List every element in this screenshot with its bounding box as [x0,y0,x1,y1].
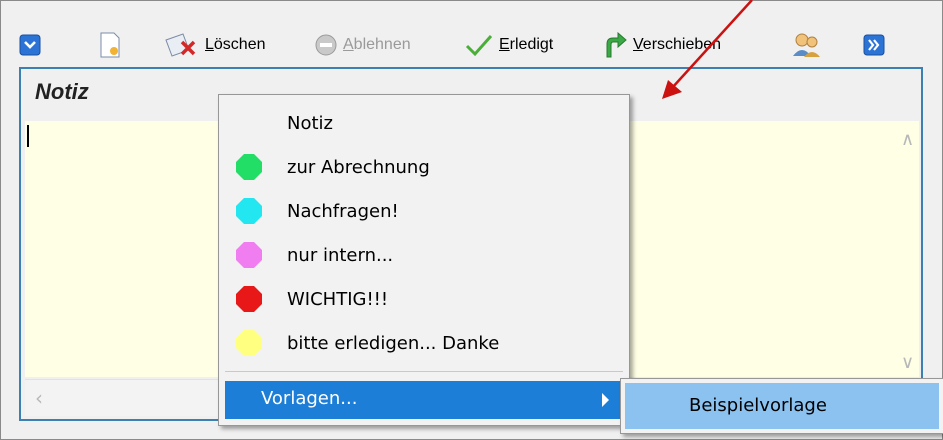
yellow-octagon-icon [236,330,262,356]
dot-shape [236,242,262,268]
menu-item-notiz[interactable]: Notiz [221,101,627,145]
decline-label-post: blehnen [353,36,411,53]
scroll-down-icon[interactable]: ∨ [901,352,914,373]
delete-icon [165,33,196,57]
dot-shape [236,330,262,356]
decline-label-mnemonic: A [343,36,354,53]
move-label-mnemonic: V [633,36,643,53]
new-note-button[interactable] [99,23,121,67]
vertical-scrollbar[interactable]: ∧ ∨ [895,121,919,377]
more-options-button[interactable] [863,23,885,67]
dot-shape [236,286,262,312]
scroll-up-icon[interactable]: ∧ [901,129,914,150]
move-label-post: erschieben [642,36,722,53]
new-note-icon [100,32,120,58]
dot-shape [236,198,262,224]
note-title: Notiz [35,79,89,104]
done-button[interactable]: Erledigt [465,23,553,67]
menu-item-label: bitte erledigen... Danke [287,332,500,354]
submenu-item-label: Beispielvorlage [689,395,827,416]
menu-dropdown-button[interactable] [19,23,41,67]
delete-label-mnemonic: L [205,36,214,53]
menu-item-vorlagen[interactable]: Vorlagen... [225,381,623,419]
delete-label-post: öschen [213,36,266,53]
users-icon [793,33,820,57]
menu-item-label: WICHTIG!!! [287,288,389,310]
red-octagon-icon [236,286,262,312]
menu-item-nachfragen[interactable]: Nachfragen! [221,189,627,233]
menu-item-wichtig[interactable]: WICHTIG!!! [221,277,627,321]
menu-item-label: Nachfragen! [287,200,399,222]
menu-separator [225,371,623,372]
done-label-mnemonic: E [499,36,510,53]
cyan-octagon-icon [236,198,262,224]
check-icon [465,35,493,57]
move-arrow-icon [606,32,627,58]
pink-octagon-icon [236,242,262,268]
menu-item-bitte-erledigen[interactable]: bitte erledigen... Danke [221,321,627,365]
decline-button[interactable]: Ablehnen [315,23,411,67]
menu-item-label: Notiz [287,112,333,134]
text-caret [27,125,29,147]
done-label-post: rledigt [509,36,554,53]
submenu: Beispielvorlage [620,378,943,434]
context-menu: Notiz zur Abrechnung Nachfragen! nur int… [218,94,630,426]
submenu-arrow-icon [602,393,609,407]
scroll-left-icon[interactable]: ‹ [35,386,43,410]
menu-item-zur-abrechnung[interactable]: zur Abrechnung [221,145,627,189]
chevron-down-icon [19,34,41,56]
submenu-item-beispielvorlage[interactable]: Beispielvorlage [625,383,939,429]
menu-item-label: Vorlagen... [261,388,358,409]
green-octagon-icon [236,154,262,180]
menu-item-nur-intern[interactable]: nur intern... [221,233,627,277]
decline-icon [315,34,337,56]
menu-item-label: zur Abrechnung [287,156,430,178]
assign-users-button[interactable] [791,23,821,67]
menu-item-label: nur intern... [287,244,394,266]
toolbar: Löschen Ablehnen Erledigt Verschieben [19,23,932,67]
double-chevron-right-icon [863,34,885,56]
dot-shape [236,154,262,180]
move-button[interactable]: Verschieben [603,23,721,67]
delete-button[interactable]: Löschen [163,23,266,67]
